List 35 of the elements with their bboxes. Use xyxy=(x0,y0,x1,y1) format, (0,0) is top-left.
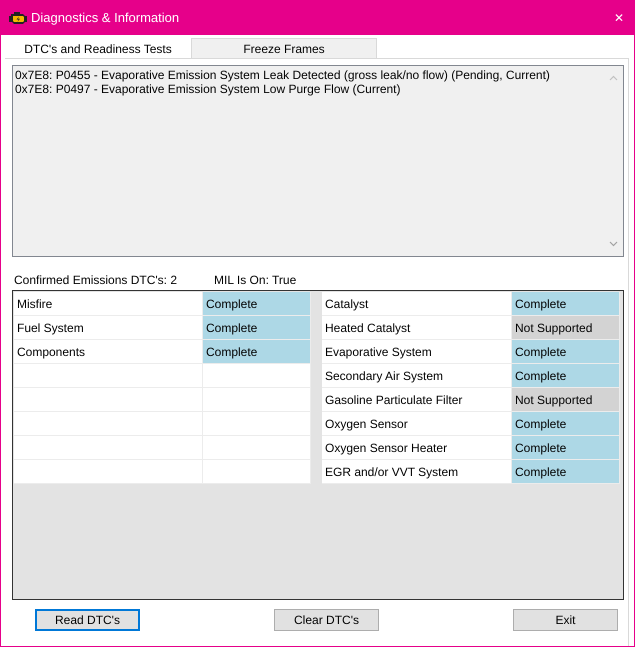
confirmed-dtc-count: Confirmed Emissions DTC's: 2 xyxy=(14,273,177,287)
close-button[interactable]: ✕ xyxy=(604,2,634,32)
status-cell: Complete xyxy=(512,460,620,484)
monitor-name: Gasoline Particulate Filter xyxy=(322,388,512,412)
scroll-up-icon[interactable] xyxy=(609,75,618,81)
monitor-name: Heated Catalyst xyxy=(322,316,512,340)
tab[interactable]: Freeze Frames xyxy=(191,38,377,58)
monitor-name: Fuel System xyxy=(14,316,203,340)
monitor-name: Oxygen Sensor xyxy=(322,412,512,436)
window-title: Diagnostics & Information xyxy=(31,10,180,25)
action-button[interactable]: Clear DTC's xyxy=(274,609,379,631)
monitor-name: Secondary Air System xyxy=(322,364,512,388)
action-button[interactable]: Read DTC's xyxy=(35,609,140,631)
status-cell: Complete xyxy=(512,364,620,388)
status-cell: Complete xyxy=(203,340,311,364)
monitor-name: Components xyxy=(14,340,203,364)
engine-icon xyxy=(8,10,28,26)
dtc-entry[interactable]: 0x7E8: P0455 - Evaporative Emission System Leak Detected (gross leak/no flow) (Pending, Current) xyxy=(15,68,603,82)
status-cell: Complete xyxy=(512,436,620,460)
dtc-entry[interactable]: 0x7E8: P0497 - Evaporative Emission System Low Purge Flow (Current) xyxy=(15,82,603,96)
status-cell: Not Supported xyxy=(512,388,620,412)
monitor-name: Evaporative System xyxy=(322,340,512,364)
action-button[interactable]: Exit xyxy=(513,609,618,631)
mil-status: MIL Is On: True xyxy=(214,273,296,287)
status-cell: Complete xyxy=(512,412,620,436)
scroll-down-icon[interactable] xyxy=(609,241,618,247)
monitor-name: Catalyst xyxy=(322,292,512,316)
monitor-name: Oxygen Sensor Heater xyxy=(322,436,512,460)
status-cell: Complete xyxy=(203,316,311,340)
status-cell: Not Supported xyxy=(512,316,620,340)
monitor-name: Misfire xyxy=(14,292,203,316)
monitor-name: EGR and/or VVT System xyxy=(322,460,512,484)
status-cell: Complete xyxy=(512,292,620,316)
status-cell: Complete xyxy=(203,292,311,316)
status-cell: Complete xyxy=(512,340,620,364)
